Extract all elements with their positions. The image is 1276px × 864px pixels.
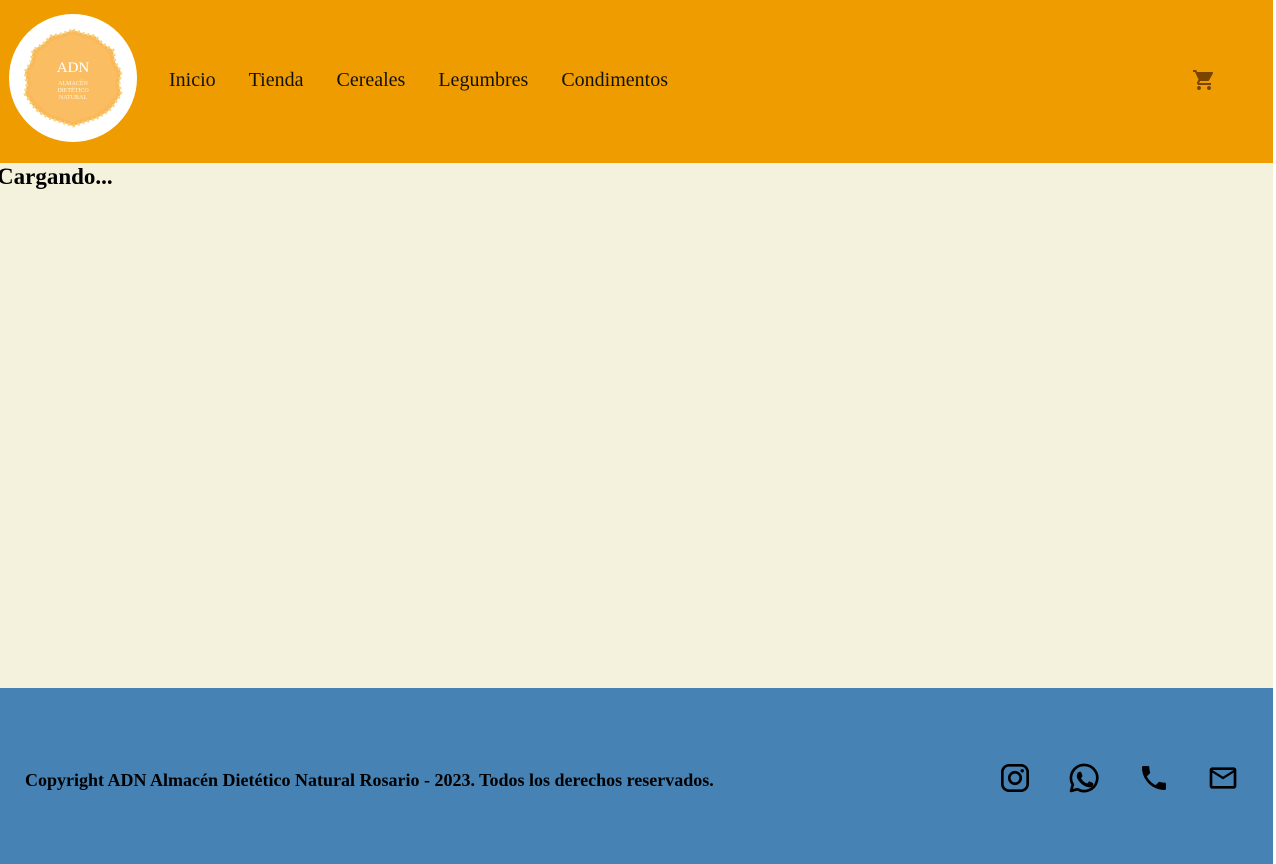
mail-icon[interactable] (1207, 762, 1239, 794)
store-logo[interactable]: ADN ALMACÉN DIETÉTICO NATURAL (9, 14, 137, 142)
page: ADN ALMACÉN DIETÉTICO NATURAL Inicio Tie… (0, 0, 1273, 864)
logo-line-2: DIETÉTICO (57, 86, 89, 94)
logo-line-3: NATURAL (59, 95, 87, 101)
whatsapp-icon[interactable] (1068, 762, 1100, 794)
shopping-cart-icon[interactable] (1192, 68, 1216, 92)
copyright-text: Copyright ADN Almacén Dietético Natural … (25, 770, 714, 790)
nav-link-condimentos[interactable]: Condimentos (561, 67, 668, 93)
phone-icon[interactable] (1138, 762, 1170, 794)
nav-link-cereales[interactable]: Cereales (336, 67, 405, 93)
logo-badge: ADN ALMACÉN DIETÉTICO NATURAL (23, 28, 123, 128)
nav-link-inicio[interactable]: Inicio (169, 67, 216, 93)
logo-line-1: ALMACÉN (58, 79, 88, 87)
nav-link-tienda[interactable]: Tienda (249, 67, 304, 93)
logo-title: ADN (57, 60, 90, 76)
nav-link-legumbres[interactable]: Legumbres (438, 67, 528, 93)
site-footer: Copyright ADN Almacén Dietético Natural … (0, 688, 1273, 864)
site-header: ADN ALMACÉN DIETÉTICO NATURAL Inicio Tie… (0, 0, 1273, 163)
instagram-icon[interactable] (999, 762, 1031, 794)
main-nav: Inicio Tienda Cereales Legumbres Condime… (169, 67, 668, 93)
loading-message: Cargando... (0, 164, 113, 189)
